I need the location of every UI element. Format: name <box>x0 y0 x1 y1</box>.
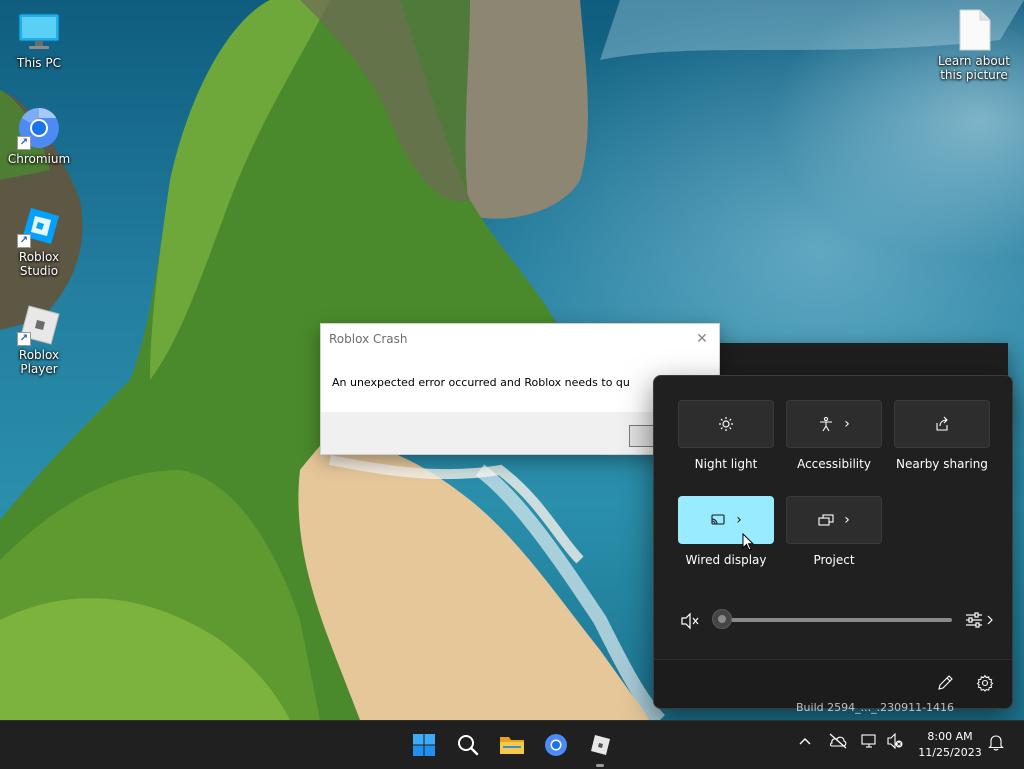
night-light-icon <box>719 417 733 431</box>
shortcut-arrow-icon: ↗ <box>17 332 31 346</box>
chromium-icon <box>545 734 567 756</box>
network-off-icon <box>829 733 847 749</box>
roblox-player-icon: ↗ <box>17 302 61 346</box>
chevron-right-icon: › <box>844 416 850 432</box>
night-light-toggle[interactable] <box>678 400 774 448</box>
accessibility-label: Accessibility <box>797 457 871 471</box>
chevron-up-icon <box>799 738 811 745</box>
accessibility-toggle[interactable]: › <box>786 400 882 448</box>
bell-icon <box>988 735 1004 751</box>
onedrive-status-button[interactable] <box>828 733 848 753</box>
network-button[interactable] <box>860 733 878 753</box>
desktop-icon-roblox-studio[interactable]: ↗ Roblox Studio <box>1 204 77 278</box>
chromium-icon: ↗ <box>17 106 61 150</box>
close-button[interactable]: ✕ <box>691 328 713 350</box>
roblox-taskbar-button[interactable] <box>584 729 616 767</box>
clock-time: 8:00 AM <box>927 730 973 743</box>
volume-tray-button[interactable] <box>886 732 904 753</box>
search-button[interactable] <box>452 729 484 761</box>
shortcut-arrow-icon: ↗ <box>17 234 31 248</box>
volume-slider-thumb[interactable] <box>712 609 732 629</box>
nearby-sharing-toggle[interactable] <box>894 400 990 448</box>
taskbar: 8:00 AM 11/25/2023 <box>0 720 1024 769</box>
start-button[interactable] <box>408 729 440 761</box>
build-watermark: Build 2594_..._.230911-1416 <box>796 701 955 714</box>
monitor-icon <box>17 10 61 54</box>
accessibility-icon <box>820 416 833 432</box>
roblox-icon <box>591 735 610 755</box>
cast-icon <box>711 514 725 525</box>
dialog-title: Roblox Crash <box>321 324 719 354</box>
roblox-studio-icon: ↗ <box>17 204 61 248</box>
project-icon <box>818 514 834 526</box>
gear-icon <box>976 674 994 692</box>
settings-button[interactable] <box>976 674 994 696</box>
chromium-taskbar-button[interactable] <box>540 729 572 761</box>
desktop-icon-roblox-player[interactable]: ↗ Roblox Player <box>1 302 77 376</box>
clock[interactable]: 8:00 AM 11/25/2023 <box>916 729 984 761</box>
chevron-right-icon: › <box>844 512 850 528</box>
mouse-cursor-icon <box>742 532 756 557</box>
running-indicator <box>596 764 604 767</box>
shortcut-arrow-icon: ↗ <box>17 136 31 150</box>
document-icon <box>952 8 996 52</box>
show-hidden-icons-button[interactable] <box>798 733 812 752</box>
search-icon <box>458 735 479 756</box>
volume-slider-track[interactable] <box>722 618 952 622</box>
file-explorer-button[interactable] <box>496 729 528 761</box>
mixer-icon <box>966 612 993 628</box>
project-toggle[interactable]: › <box>786 496 882 544</box>
pencil-icon <box>938 675 953 690</box>
start-icon <box>413 734 435 756</box>
quick-settings-panel: Night light › Accessibility Nearby shari… <box>653 375 1013 709</box>
nearby-sharing-label: Nearby sharing <box>896 457 988 471</box>
share-icon <box>936 416 948 431</box>
project-label: Project <box>813 553 855 567</box>
display-icon <box>861 734 876 748</box>
volume-muted-icon[interactable] <box>680 612 700 634</box>
desktop-icon-chromium[interactable]: ↗ Chromium <box>1 106 77 166</box>
night-light-label: Night light <box>694 457 758 471</box>
wired-display-label: Wired display <box>685 553 767 567</box>
volume-mixer-button[interactable] <box>964 610 994 634</box>
file-explorer-icon <box>500 737 524 754</box>
chevron-right-icon: › <box>736 512 742 528</box>
volume-muted-icon <box>887 732 903 750</box>
desktop-icon-learn-about-picture[interactable]: Learn about this picture <box>936 8 1012 82</box>
clock-date: 11/25/2023 <box>918 746 982 759</box>
wired-display-toggle[interactable]: › <box>678 496 774 544</box>
notifications-button[interactable] <box>988 733 1004 755</box>
close-icon: ✕ <box>696 331 708 347</box>
edit-quick-settings-button[interactable] <box>936 674 954 696</box>
desktop-icon-this-pc[interactable]: This PC <box>1 10 77 70</box>
